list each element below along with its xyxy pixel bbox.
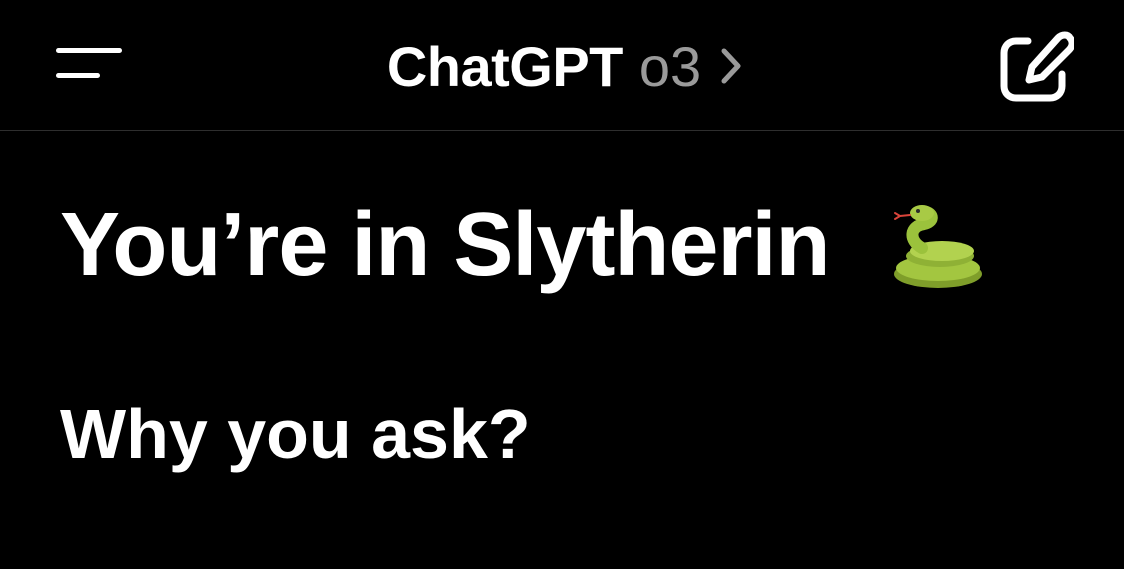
new-chat-edit-icon	[1000, 31, 1076, 102]
chevron-right-icon	[719, 46, 743, 86]
menu-icon-line-top	[56, 48, 122, 53]
new-chat-button[interactable]	[996, 30, 1076, 104]
response-heading: You’re in Slytherin	[60, 195, 830, 295]
app-name: ChatGPT	[386, 34, 624, 98]
model-name: o3	[638, 34, 702, 98]
top-bar: ChatGPT o3	[0, 0, 1124, 131]
snake-emoji	[894, 205, 982, 288]
sidebar-menu-button[interactable]	[50, 40, 130, 92]
chat-screen: ChatGPT o3 You’re in Slytherin Why you a…	[0, 0, 1124, 569]
model-selector-button[interactable]: ChatGPT o3	[360, 28, 770, 104]
menu-icon-line-bottom	[56, 73, 100, 78]
response-subheading: Why you ask?	[60, 395, 531, 473]
